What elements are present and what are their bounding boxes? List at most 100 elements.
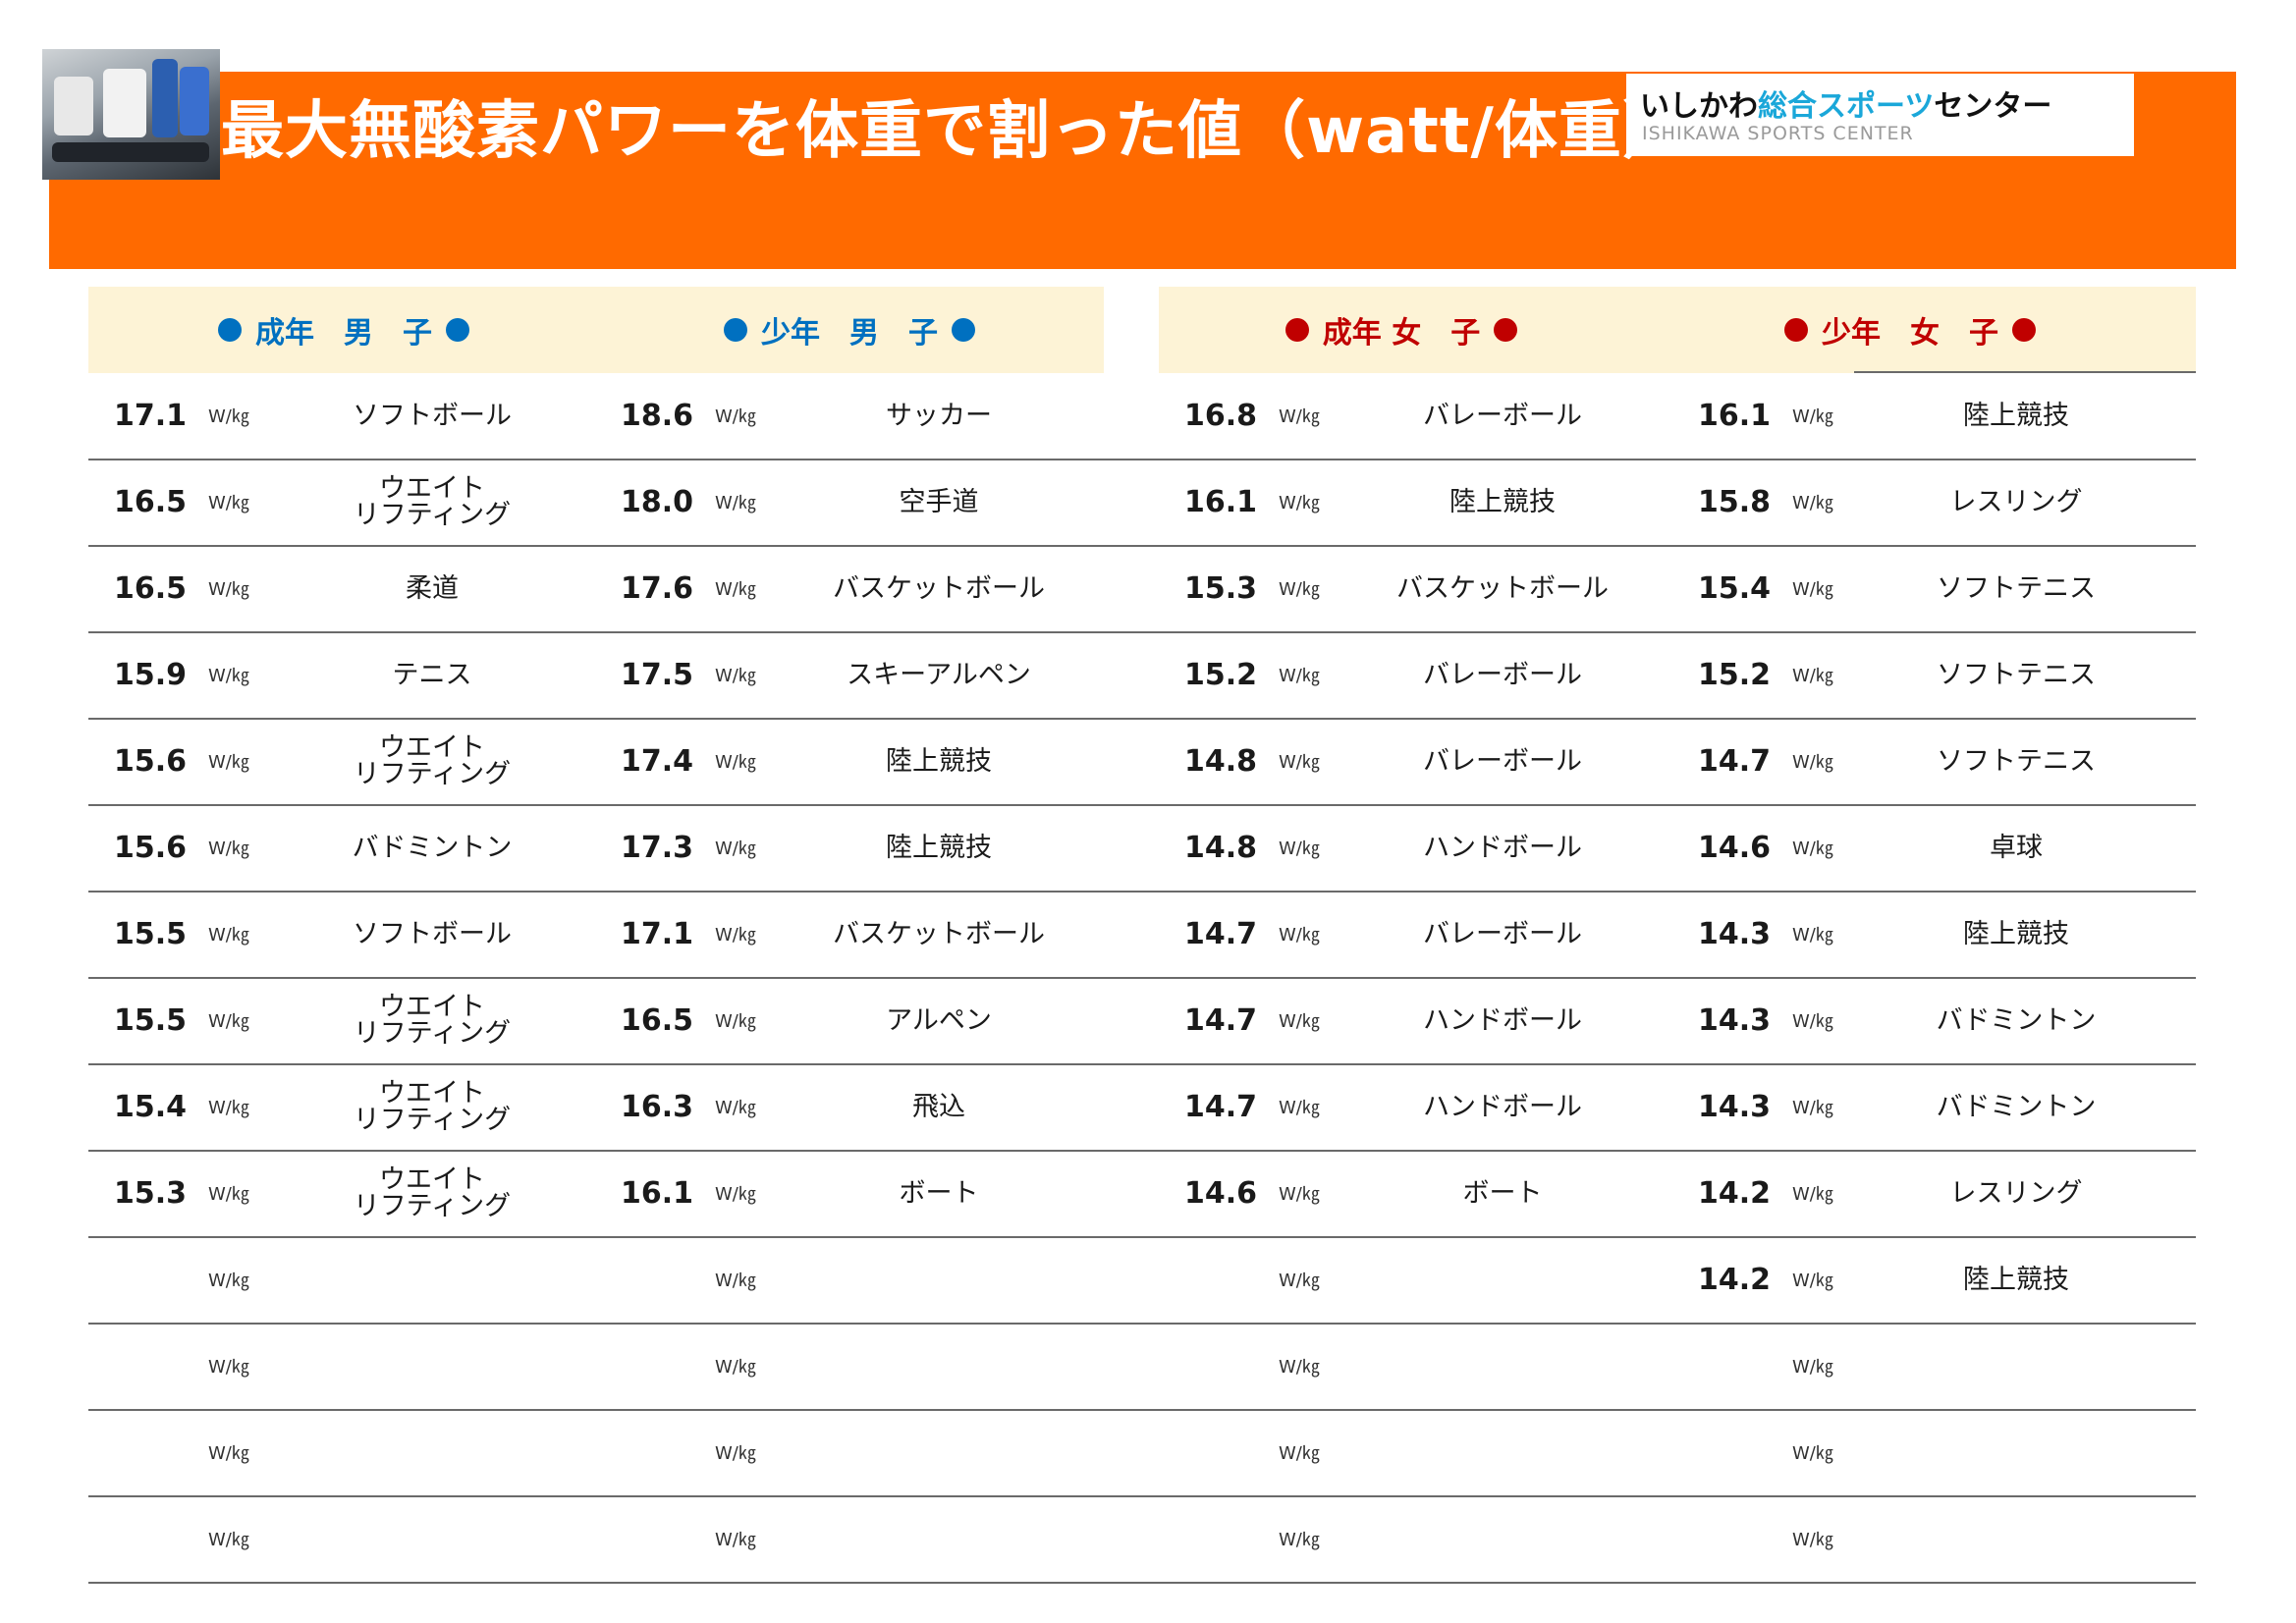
red-dot-icon — [1494, 318, 1518, 342]
unit-label: W/㎏ — [1279, 839, 1320, 859]
sport-name: 陸上競技 — [1963, 918, 2069, 949]
power-value: 18.0 — [620, 484, 693, 519]
power-value: 16.5 — [113, 484, 187, 519]
red-dot-icon — [2012, 318, 2036, 342]
power-value — [1672, 1496, 1771, 1581]
sport-name: アルペン — [886, 1004, 992, 1036]
power-value: 16.3 — [620, 1089, 693, 1124]
power-value: 17.5 — [620, 657, 693, 692]
sport-name: 卓球 — [1990, 832, 2043, 863]
sport-name — [811, 1237, 1066, 1322]
power-value: 17.3 — [620, 830, 693, 865]
power-value: 16.8 — [1183, 398, 1257, 433]
unit-label: W/㎏ — [715, 666, 756, 686]
logo-wordmark: いしかわ総合スポーツセンター — [1640, 89, 2052, 124]
sport-name — [1888, 1496, 2144, 1581]
sport-name — [1888, 1324, 2144, 1408]
sport-name — [1375, 1410, 1630, 1494]
unit-label: W/㎏ — [208, 666, 249, 686]
power-value — [595, 1324, 693, 1408]
sport-name: サッカー — [886, 400, 992, 431]
sport-name: ウエイト リフティング — [353, 1164, 512, 1221]
power-value: 16.1 — [1183, 484, 1257, 519]
sport-name: 柔道 — [406, 572, 459, 604]
unit-label: W/㎏ — [208, 925, 249, 946]
power-value: 14.6 — [1697, 830, 1771, 865]
unit-label: W/㎏ — [1279, 666, 1320, 686]
unit-label: W/㎏ — [1792, 1443, 1833, 1464]
power-value: 16.5 — [620, 1002, 693, 1038]
sport-name — [811, 1324, 1066, 1408]
power-value: 14.7 — [1183, 916, 1257, 951]
sport-name: 陸上競技 — [1963, 400, 2069, 431]
sport-name — [1375, 1237, 1630, 1322]
unit-label: W/㎏ — [208, 1530, 249, 1550]
unit-label: W/㎏ — [1792, 1098, 1833, 1118]
power-value: 15.8 — [1697, 484, 1771, 519]
unit-label: W/㎏ — [208, 1357, 249, 1378]
sport-name: バスケットボール — [1396, 572, 1609, 604]
unit-label: W/㎏ — [1279, 1271, 1320, 1291]
blue-dot-icon — [446, 318, 469, 342]
sport-name: ソフトボール — [353, 400, 512, 431]
sport-name: 陸上競技 — [886, 745, 992, 777]
unit-label: W/㎏ — [1792, 1271, 1833, 1291]
unit-label: W/㎏ — [1792, 406, 1833, 427]
category-adult-female: 成年 女 子 — [1239, 306, 1563, 353]
unit-label: W/㎏ — [715, 1357, 756, 1378]
sport-name: テニス — [392, 659, 472, 690]
sport-name — [304, 1324, 560, 1408]
unit-label: W/㎏ — [1279, 925, 1320, 946]
power-value: 14.8 — [1183, 830, 1257, 865]
unit-label: W/㎏ — [208, 1184, 249, 1205]
power-value: 15.5 — [113, 1002, 187, 1038]
unit-label: W/㎏ — [715, 1098, 756, 1118]
unit-label: W/㎏ — [1792, 1530, 1833, 1550]
sport-name: 飛込 — [912, 1091, 965, 1122]
unit-label: W/㎏ — [1792, 493, 1833, 514]
logo-english-name: ISHIKAWA SPORTS CENTER — [1642, 123, 1914, 144]
unit-label: W/㎏ — [208, 1271, 249, 1291]
unit-label: W/㎏ — [1792, 579, 1833, 600]
unit-label: W/㎏ — [1279, 1098, 1320, 1118]
unit-label: W/㎏ — [208, 406, 249, 427]
power-value: 15.6 — [113, 830, 187, 865]
power-value: 15.4 — [113, 1089, 187, 1124]
power-value — [1159, 1410, 1257, 1494]
unit-label: W/㎏ — [1279, 493, 1320, 514]
power-value — [1159, 1496, 1257, 1581]
unit-label: W/㎏ — [208, 1443, 249, 1464]
sport-name: ソフトテニス — [1937, 745, 2096, 777]
table-divider — [88, 1582, 2196, 1584]
unit-label: W/㎏ — [1792, 1184, 1833, 1205]
power-value: 14.3 — [1697, 1089, 1771, 1124]
sports-center-logo: いしかわ総合スポーツセンター ISHIKAWA SPORTS CENTER — [1626, 74, 2134, 156]
sport-name: レスリング — [1949, 1177, 2083, 1209]
power-value: 15.3 — [1183, 570, 1257, 606]
power-value: 17.4 — [620, 743, 693, 779]
unit-label: W/㎏ — [1279, 1443, 1320, 1464]
unit-label: W/㎏ — [715, 925, 756, 946]
unit-label: W/㎏ — [715, 752, 756, 773]
sport-name: ボート — [899, 1177, 979, 1209]
page-title: 最大無酸素パワーを体重で割った値（watt/体重） — [221, 95, 1686, 168]
power-value: 14.3 — [1697, 1002, 1771, 1038]
power-value — [595, 1410, 693, 1494]
sport-name: ハンドボール — [1423, 1091, 1582, 1122]
category-youth-male: 少年 男 子 — [687, 306, 1011, 353]
unit-label: W/㎏ — [208, 839, 249, 859]
unit-label: W/㎏ — [1279, 1357, 1320, 1378]
sport-name: バスケットボール — [833, 572, 1045, 604]
unit-label: W/㎏ — [715, 839, 756, 859]
sport-name — [811, 1496, 1066, 1581]
sport-name — [1888, 1410, 2144, 1494]
red-dot-icon — [1285, 318, 1309, 342]
power-value — [88, 1237, 187, 1322]
power-value — [88, 1496, 187, 1581]
power-value — [88, 1410, 187, 1494]
unit-label: W/㎏ — [1279, 1011, 1320, 1032]
blue-dot-icon — [952, 318, 975, 342]
unit-label: W/㎏ — [1792, 666, 1833, 686]
power-value: 18.6 — [620, 398, 693, 433]
sport-name: ソフトテニス — [1937, 659, 2096, 690]
